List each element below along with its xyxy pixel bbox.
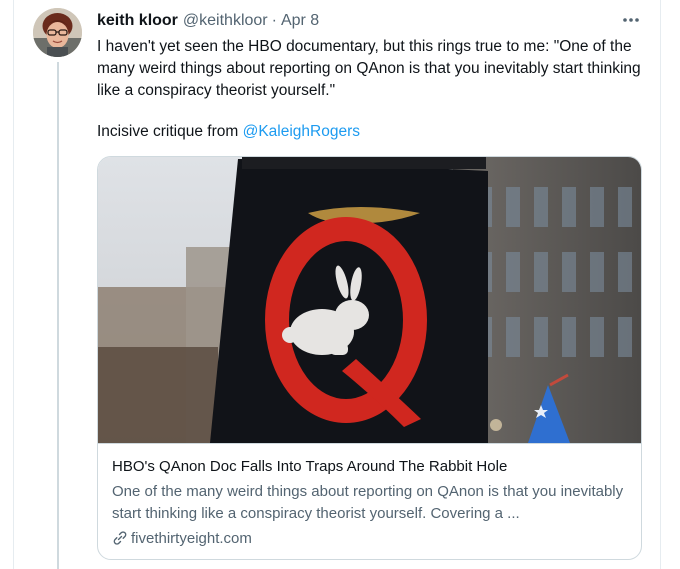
card-domain[interactable]: fivethirtyeight.com [112, 527, 252, 549]
tweet-text: I haven't yet seen the HBO documentary, … [97, 38, 641, 99]
display-name[interactable]: keith kloor [97, 12, 178, 30]
tweet-text-credit: Incisive critique from @KaleighRogers [97, 121, 360, 143]
link-icon [113, 531, 127, 545]
user-handle[interactable]: @keithkloor [183, 12, 268, 30]
card-image[interactable] [98, 157, 641, 443]
mention-link[interactable]: @KaleighRogers [243, 123, 360, 140]
card-divider [98, 443, 641, 444]
card-description: One of the many weird things about repor… [112, 483, 624, 522]
critique-text: Incisive critique from [97, 123, 243, 140]
link-preview-card[interactable]: HBO's QAnon Doc Falls Into Traps Around … [97, 156, 642, 560]
more-options-button[interactable] [619, 10, 643, 30]
card-domain-text: fivethirtyeight.com [131, 529, 252, 547]
separator-dot: · [271, 12, 277, 29]
thread-connector-line [57, 62, 59, 569]
card-title[interactable]: HBO's QAnon Doc Falls Into Traps Around … [112, 457, 507, 477]
tweet-header: keith kloor @keithkloor · Apr 8 [97, 10, 319, 32]
tweet-date[interactable]: Apr 8 [281, 12, 319, 30]
avatar-image [33, 8, 82, 57]
avatar[interactable] [33, 8, 82, 57]
more-horizontal-icon [623, 18, 639, 22]
